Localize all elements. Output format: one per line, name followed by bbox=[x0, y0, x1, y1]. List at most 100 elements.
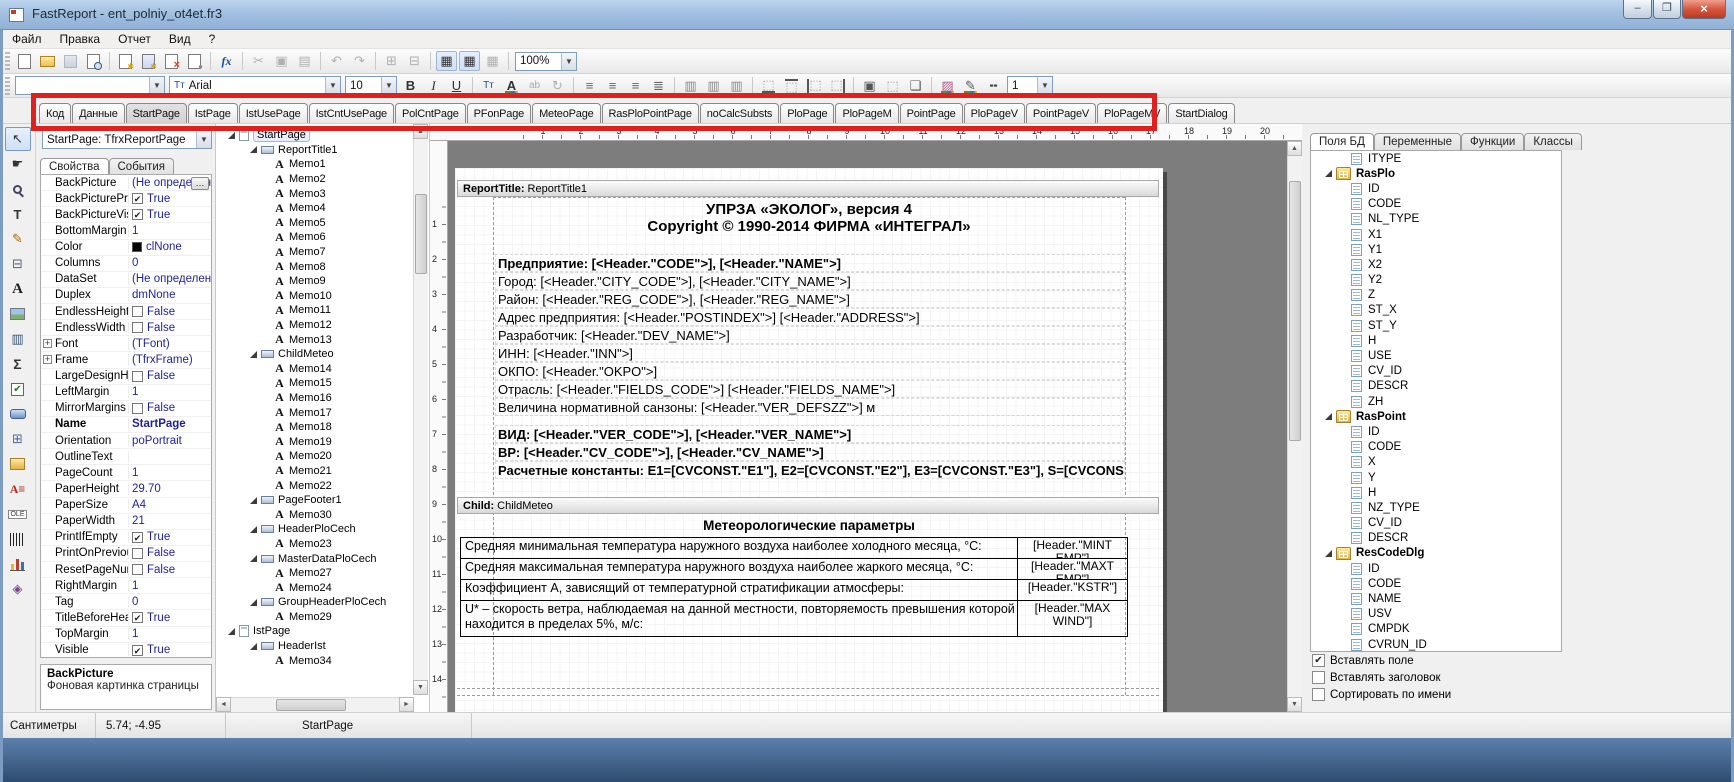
report-tree-item-ReportTitle1[interactable]: ReportTitle1 bbox=[216, 143, 414, 158]
db-tree-item-RasPlo[interactable]: RasPlo bbox=[1311, 166, 1561, 181]
page-tab-PloPageMV[interactable]: PloPageMV bbox=[1097, 103, 1167, 123]
report-memo[interactable]: Адрес предприятия: [<Header."POSTINDEX">… bbox=[495, 308, 1125, 326]
db-tree-item-USE[interactable]: USE bbox=[1311, 348, 1561, 363]
property-value[interactable]: 1 bbox=[129, 386, 211, 398]
chart-object-tool[interactable] bbox=[5, 552, 31, 576]
checkbox-unchecked-icon[interactable] bbox=[132, 548, 143, 559]
page-tab-PointPageV[interactable]: PointPageV bbox=[1026, 103, 1096, 123]
save-button[interactable] bbox=[60, 51, 81, 71]
barcode-object-tool[interactable] bbox=[5, 527, 31, 551]
meteo-row-label[interactable]: Средняя минимальная температура наружног… bbox=[461, 538, 1018, 558]
meteo-title-memo[interactable]: Метеорологические параметры bbox=[493, 518, 1125, 533]
report-memo[interactable]: ОКПО: [<Header."OKPO">] bbox=[495, 362, 1125, 380]
zoom-combo[interactable]: 100%▼ bbox=[515, 52, 577, 71]
meteo-row-label[interactable]: Средняя максимальная температура наружно… bbox=[461, 559, 1018, 579]
checkbox-unchecked-icon[interactable] bbox=[132, 322, 143, 333]
property-row-BackPicture[interactable]: BackPicture(Не определен)… bbox=[41, 175, 211, 191]
chevron-down-icon[interactable]: ▼ bbox=[149, 77, 164, 94]
db-tree-item-NL_TYPE[interactable]: NL_TYPE bbox=[1311, 212, 1561, 227]
page-tab-PloPageV[interactable]: PloPageV bbox=[964, 103, 1025, 123]
scroll-down-icon[interactable]: ▼ bbox=[413, 680, 428, 695]
style-combo[interactable]: ▼ bbox=[15, 76, 165, 95]
property-row-Font[interactable]: +Font(TFont) bbox=[41, 336, 211, 352]
db-tree-item-CMPDK[interactable]: CMPDK bbox=[1311, 622, 1561, 637]
db-tree-item-X2[interactable]: X2 bbox=[1311, 257, 1561, 272]
chevron-down-icon[interactable]: ▼ bbox=[325, 77, 340, 94]
property-row-Color[interactable]: ColorclNone bbox=[41, 240, 211, 256]
checkbox-checked-icon[interactable]: ✔ bbox=[132, 612, 143, 623]
property-row-Tag[interactable]: Tag0 bbox=[41, 594, 211, 610]
tree-expanded-icon[interactable] bbox=[250, 643, 257, 650]
property-row-EndlessWidth[interactable]: EndlessWidthFalse bbox=[41, 320, 211, 336]
menu-item-1[interactable]: Правка bbox=[51, 30, 110, 48]
db-tree-item-ST_Y[interactable]: ST_Y bbox=[1311, 318, 1561, 333]
property-value[interactable]: False bbox=[129, 564, 211, 576]
scrollbar-thumb[interactable] bbox=[276, 699, 346, 711]
report-tree-item-Memo16[interactable]: AMemo16 bbox=[216, 391, 414, 406]
close-button[interactable]: × bbox=[1682, 0, 1726, 19]
page-tab-StartPage[interactable]: StartPage bbox=[126, 103, 187, 123]
property-value[interactable]: ✔True bbox=[129, 193, 211, 205]
line-style-button[interactable]: ╍ bbox=[983, 76, 1004, 96]
highlight-button[interactable]: ab bbox=[524, 76, 545, 96]
property-value[interactable]: False bbox=[129, 322, 211, 334]
text-object-tool[interactable]: A bbox=[5, 277, 31, 301]
report-tree-item-Memo13[interactable]: AMemo13 bbox=[216, 332, 414, 347]
property-row-Frame[interactable]: +Frame(TfrxFrame) bbox=[41, 352, 211, 368]
property-row-EndlessHeight[interactable]: EndlessHeightFalse bbox=[41, 304, 211, 320]
report-tree-item-Memo4[interactable]: AMemo4 bbox=[216, 201, 414, 216]
menu-item-4[interactable]: ? bbox=[200, 30, 225, 48]
select-tool[interactable]: ↖ bbox=[5, 127, 31, 151]
scroll-up-icon[interactable]: ▲ bbox=[1287, 141, 1302, 156]
reporttitle-band-header[interactable]: ReportTitle: ReportTitle1 bbox=[457, 180, 1159, 197]
rotation-button[interactable]: ↻ bbox=[547, 76, 568, 96]
picture-object-tool[interactable] bbox=[5, 302, 31, 326]
valign-top-button[interactable]: ▥ bbox=[680, 76, 701, 96]
report-tree-item-Memo9[interactable]: AMemo9 bbox=[216, 274, 414, 289]
report-tree-item-Memo18[interactable]: AMemo18 bbox=[216, 420, 414, 435]
page-tab-PointPage[interactable]: PointPage bbox=[900, 103, 963, 123]
property-row-Duplex[interactable]: DuplexdmNone bbox=[41, 288, 211, 304]
tree-expanded-icon[interactable] bbox=[250, 351, 257, 358]
property-row-TitleBeforeHeader[interactable]: TitleBeforeHeader✔True bbox=[41, 610, 211, 626]
property-value[interactable]: ✔True bbox=[129, 612, 211, 624]
property-row-DataSet[interactable]: DataSet(Не определен) bbox=[41, 272, 211, 288]
page-tab-PolCntPage[interactable]: PolCntPage bbox=[395, 103, 466, 123]
open-button[interactable] bbox=[37, 51, 58, 71]
report-memo[interactable]: ВИД: [<Header."VER_CODE">], [<Header."VE… bbox=[495, 425, 1125, 443]
page-tab-PloPage[interactable]: PloPage bbox=[780, 103, 834, 123]
checkbox-unchecked-icon[interactable] bbox=[132, 564, 143, 575]
align-right-button[interactable]: ≡ bbox=[625, 76, 646, 96]
report-tree-item-Memo14[interactable]: AMemo14 bbox=[216, 362, 414, 377]
checkbox-unchecked-icon[interactable] bbox=[1312, 688, 1325, 701]
report-tree-item-Memo5[interactable]: AMemo5 bbox=[216, 216, 414, 231]
db-tree-item-NZ_TYPE[interactable]: NZ_TYPE bbox=[1311, 500, 1561, 515]
meteo-row-value[interactable]: [Header."KSTR"] bbox=[1018, 580, 1127, 600]
tree-expanded-icon[interactable] bbox=[250, 497, 257, 504]
size-combo[interactable]: 10▼ bbox=[345, 76, 397, 95]
send-back-button[interactable]: ⊟ bbox=[404, 51, 425, 71]
copy-button[interactable]: ▣ bbox=[271, 51, 292, 71]
data-tab-Классы[interactable]: Классы bbox=[1524, 133, 1582, 150]
report-tree-item-StartPage[interactable]: StartPage bbox=[216, 128, 414, 143]
width-combo[interactable]: 1▼ bbox=[1007, 76, 1053, 95]
db-tree-item-Y[interactable]: Y bbox=[1311, 470, 1561, 485]
crosstab-object-tool[interactable]: ⊞ bbox=[5, 427, 31, 451]
data-tab-Поля БД[interactable]: Поля БД bbox=[1310, 133, 1374, 150]
property-value[interactable]: A4 bbox=[129, 499, 211, 511]
tree-expanded-icon[interactable] bbox=[1325, 170, 1332, 177]
border-right-button[interactable]: ⬚ bbox=[827, 76, 848, 96]
property-value[interactable]: 1 bbox=[129, 225, 211, 237]
menu-item-0[interactable]: Файл bbox=[3, 30, 51, 48]
scroll-up-icon[interactable]: ▲ bbox=[413, 124, 428, 139]
tree-expanded-icon[interactable] bbox=[250, 146, 257, 153]
report-tree-item-Memo1[interactable]: AMemo1 bbox=[216, 157, 414, 172]
report-tree-item-Memo10[interactable]: AMemo10 bbox=[216, 289, 414, 304]
property-row-LeftMargin[interactable]: LeftMargin1 bbox=[41, 385, 211, 401]
report-tree-item-PageFooter1[interactable]: PageFooter1 bbox=[216, 493, 414, 508]
report-memo[interactable]: Предприятие: [<Header."CODE">], [<Header… bbox=[495, 254, 1125, 272]
page-tab-IstCntUsePage[interactable]: IstCntUsePage bbox=[309, 103, 394, 123]
report-tree-item-Memo7[interactable]: AMemo7 bbox=[216, 245, 414, 260]
property-row-PaperWidth[interactable]: PaperWidth21 bbox=[41, 514, 211, 530]
data-tab-Переменные[interactable]: Переменные bbox=[1374, 133, 1461, 150]
